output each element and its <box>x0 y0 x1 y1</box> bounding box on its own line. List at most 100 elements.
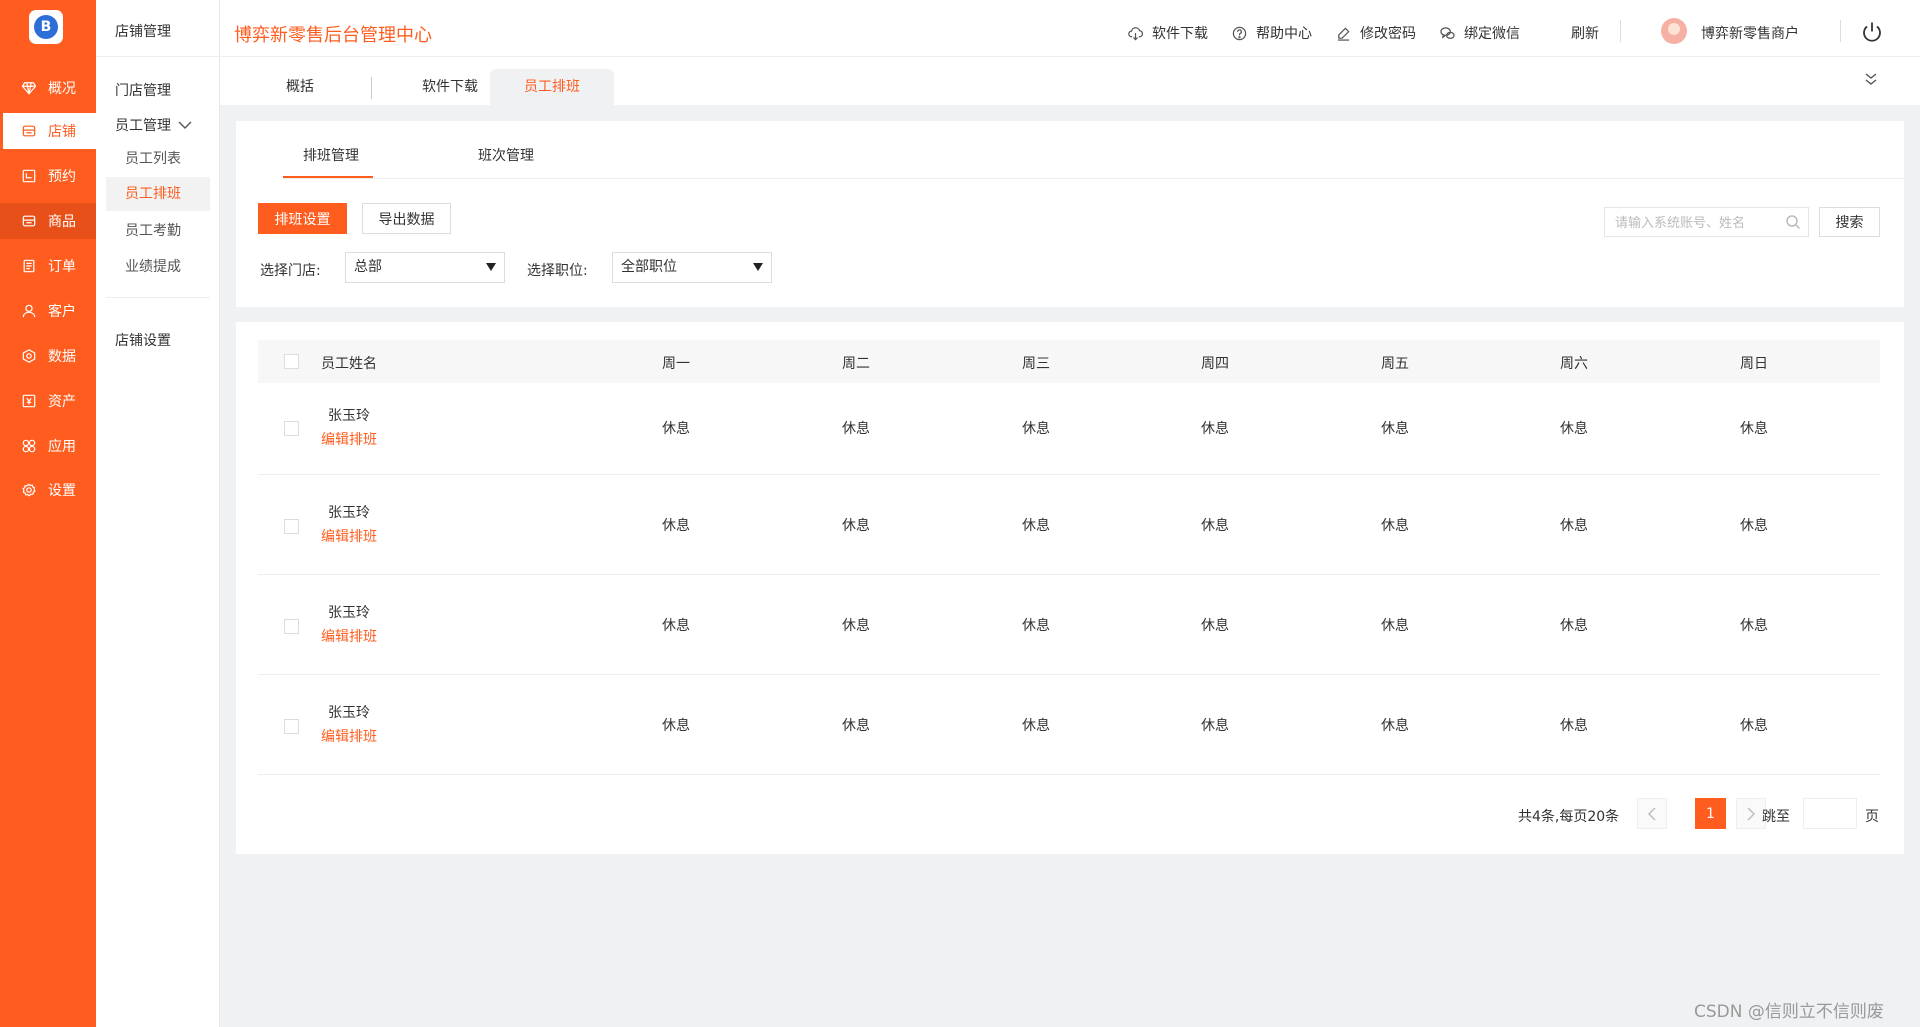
day-cell: 休息 <box>1201 718 1229 734</box>
caret-down-icon <box>486 263 496 271</box>
change-password-link[interactable]: 修改密码 <box>1336 23 1416 43</box>
schedule-settings-button[interactable]: 排班设置 <box>258 203 347 234</box>
apps-icon <box>22 439 36 453</box>
nav-item-customers[interactable]: 客户 <box>0 293 96 329</box>
employee-name: 张玉玲 <box>328 408 370 424</box>
edit-schedule-link[interactable]: 编辑排班 <box>321 726 377 746</box>
search-input[interactable] <box>1604 207 1809 237</box>
edit-schedule-link[interactable]: 编辑排班 <box>321 526 377 546</box>
avatar[interactable] <box>1661 18 1687 44</box>
nav-item-store[interactable]: 店铺 <box>0 113 96 149</box>
power-icon[interactable] <box>1860 20 1884 44</box>
submenu-divider <box>96 56 220 57</box>
subtab-divider <box>283 178 1905 179</box>
submenu-title: 店铺管理 <box>115 24 171 40</box>
store-select-value: 总部 <box>354 259 382 275</box>
submenu-item-staff-schedule[interactable]: 员工排班 <box>106 177 210 211</box>
chevron-right-icon <box>1747 807 1755 820</box>
page-unit-label: 页 <box>1865 809 1879 825</box>
tab-download[interactable]: 软件下载 <box>400 69 500 105</box>
edit-icon <box>1337 26 1350 41</box>
employee-name: 张玉玲 <box>328 505 370 521</box>
header-divider <box>1620 20 1621 42</box>
chevron-left-icon <box>1648 807 1656 820</box>
nav-label: 预约 <box>48 169 76 185</box>
nav-item-settings[interactable]: 设置 <box>0 472 96 508</box>
nav-item-data[interactable]: 数据 <box>0 338 96 374</box>
submenu-item-performance[interactable]: 业绩提成 <box>106 250 210 284</box>
top-header: 博弈新零售后台管理中心 软件下载 帮助中心 修改密码 绑定微信 刷新 博弈新零售… <box>220 0 1920 57</box>
nav-item-assets[interactable]: 资产 <box>0 383 96 419</box>
merchant-name[interactable]: 博弈新零售商户 <box>1701 23 1799 43</box>
app-logo[interactable]: B <box>29 10 63 44</box>
row-checkbox[interactable] <box>284 619 299 634</box>
chevron-down-icon <box>178 121 192 129</box>
position-select[interactable]: 全部职位 <box>612 252 772 283</box>
subtab-schedule-mgmt[interactable]: 排班管理 <box>303 145 359 165</box>
tab-schedule[interactable]: 员工排班 <box>490 69 614 105</box>
day-cell: 休息 <box>1740 518 1768 534</box>
nav-item-overview[interactable]: 概况 <box>0 70 96 106</box>
help-link[interactable]: 帮助中心 <box>1232 23 1312 43</box>
nav-item-apps[interactable]: 应用 <box>0 428 96 464</box>
day-cell: 休息 <box>1201 618 1229 634</box>
edit-schedule-link[interactable]: 编辑排班 <box>321 429 377 449</box>
diamond-icon <box>22 81 36 95</box>
submenu-group-staff[interactable]: 员工管理 <box>115 115 192 135</box>
day-cell: 休息 <box>1022 618 1050 634</box>
day-cell: 休息 <box>662 718 690 734</box>
column-header-thu: 周四 <box>1201 356 1229 372</box>
column-header-tue: 周二 <box>842 356 870 372</box>
day-cell: 休息 <box>842 618 870 634</box>
day-cell: 休息 <box>1560 718 1588 734</box>
day-cell: 休息 <box>842 518 870 534</box>
row-checkbox[interactable] <box>284 719 299 734</box>
prev-page-button[interactable] <box>1637 798 1667 829</box>
select-all-checkbox[interactable] <box>284 354 299 369</box>
download-label: 软件下载 <box>1152 26 1208 42</box>
nav-label: 店铺 <box>48 124 76 140</box>
caret-down-icon <box>753 263 763 271</box>
store-select[interactable]: 总部 <box>345 252 505 283</box>
submenu-item-store-mgmt[interactable]: 门店管理 <box>115 80 171 100</box>
table-row: 张玉玲 编辑排班 休息 休息 休息 休息 休息 休息 休息 <box>258 475 1880 575</box>
filter-panel: 排班管理 班次管理 排班设置 导出数据 搜索 选择门店: 总部 选择职位: 全部… <box>236 121 1905 307</box>
subtab-shift-mgmt[interactable]: 班次管理 <box>478 145 534 165</box>
nav-item-goods[interactable]: 商品 <box>0 203 96 239</box>
bind-wechat-label: 绑定微信 <box>1464 26 1520 42</box>
jump-page-input[interactable] <box>1803 798 1857 829</box>
export-data-button[interactable]: 导出数据 <box>362 203 451 234</box>
nav-item-booking[interactable]: 预约 <box>0 158 96 194</box>
row-checkbox[interactable] <box>284 421 299 436</box>
nav-item-orders[interactable]: 订单 <box>0 248 96 284</box>
store-filter-label: 选择门店: <box>260 263 321 279</box>
search-button[interactable]: 搜索 <box>1819 207 1880 237</box>
position-select-value: 全部职位 <box>621 259 677 275</box>
cloud-download-icon <box>1128 26 1143 40</box>
subtab-active-indicator <box>283 176 373 178</box>
page-number-button[interactable]: 1 <box>1695 798 1726 829</box>
submenu-item-store-settings[interactable]: 店铺设置 <box>115 330 171 350</box>
submenu-group-label: 员工管理 <box>115 118 171 134</box>
row-checkbox[interactable] <box>284 519 299 534</box>
submenu-item-staff-list[interactable]: 员工列表 <box>106 142 210 176</box>
edit-schedule-link[interactable]: 编辑排班 <box>321 626 377 646</box>
day-cell: 休息 <box>1022 718 1050 734</box>
download-link[interactable]: 软件下载 <box>1128 23 1208 43</box>
double-chevron-down-icon[interactable] <box>1863 71 1879 87</box>
day-cell: 休息 <box>662 618 690 634</box>
tab-overview[interactable]: 概括 <box>268 69 332 105</box>
day-cell: 休息 <box>1381 718 1409 734</box>
bind-wechat-link[interactable]: 绑定微信 <box>1440 23 1520 43</box>
employee-name: 张玉玲 <box>328 605 370 621</box>
column-header-fri: 周五 <box>1381 356 1409 372</box>
search-icon[interactable] <box>1785 214 1801 230</box>
employee-name: 张玉玲 <box>328 705 370 721</box>
page-tabs: 概括 软件下载 员工排班 <box>220 57 1920 105</box>
day-cell: 休息 <box>1022 421 1050 437</box>
day-cell: 休息 <box>1560 518 1588 534</box>
refresh-link[interactable]: 刷新 <box>1571 23 1599 43</box>
data-icon <box>22 349 36 363</box>
submenu-item-staff-attendance[interactable]: 员工考勤 <box>106 214 210 248</box>
box-icon <box>22 214 36 228</box>
